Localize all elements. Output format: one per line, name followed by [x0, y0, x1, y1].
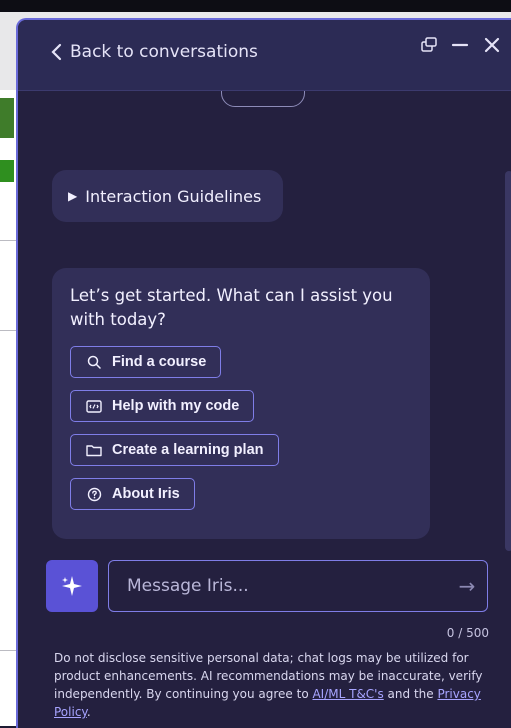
ai-ml-terms-link[interactable]: AI/ML T&C's — [312, 687, 383, 701]
popout-icon — [421, 37, 437, 52]
search-icon — [85, 355, 103, 369]
panel-header: Back to conversations — [18, 20, 511, 91]
background-divider — [0, 330, 17, 331]
interaction-guidelines-toggle[interactable]: ▶ Interaction Guidelines — [52, 170, 283, 222]
minimize-button[interactable] — [451, 37, 469, 57]
window-controls — [421, 36, 501, 58]
about-iris-button[interactable]: About Iris — [70, 478, 195, 510]
find-a-course-button[interactable]: Find a course — [70, 346, 222, 378]
background-top-strip — [0, 0, 511, 12]
background-green-block — [0, 160, 14, 182]
assistant-message: Let’s get started. What can I assist you… — [52, 268, 430, 539]
code-icon — [85, 399, 103, 413]
help-with-my-code-button[interactable]: Help with my code — [70, 390, 255, 422]
chip-label: Create a learning plan — [112, 442, 264, 458]
triangle-right-icon: ▶ — [68, 189, 78, 203]
popout-button[interactable] — [421, 37, 437, 57]
send-arrow-icon[interactable]: → — [447, 574, 487, 598]
conversation-scroll-area[interactable]: ▶ Interaction Guidelines Let’s get start… — [18, 91, 511, 551]
chip-label: Help with my code — [112, 398, 240, 414]
message-composer: → — [108, 560, 488, 612]
close-icon — [484, 37, 500, 53]
create-a-learning-plan-button[interactable]: Create a learning plan — [70, 434, 279, 466]
folder-icon — [85, 443, 103, 457]
assistant-prompt: Let’s get started. What can I assist you… — [70, 286, 393, 329]
close-button[interactable] — [483, 36, 501, 58]
background-divider — [0, 240, 17, 241]
background-green-block — [0, 98, 14, 138]
help-circle-icon — [85, 487, 103, 502]
message-input[interactable] — [109, 575, 447, 597]
chevron-left-icon — [51, 43, 62, 61]
background-divider — [0, 650, 17, 651]
iris-sparkle-button[interactable] — [46, 560, 98, 612]
sparkle-icon — [62, 576, 82, 596]
disclaimer-connector: and the — [383, 687, 438, 701]
conversation-scrollbar[interactable] — [505, 171, 511, 551]
back-label: Back to conversations — [70, 42, 258, 62]
chip-label: About Iris — [112, 486, 180, 502]
chip-label: Find a course — [112, 354, 207, 370]
back-to-conversations-button[interactable]: Back to conversations — [50, 42, 258, 62]
iris-chat-panel: Back to conversations ▶ Interaction Guid… — [16, 18, 511, 728]
guidelines-label: Interaction Guidelines — [85, 186, 262, 206]
minimize-icon — [451, 43, 469, 47]
disclaimer-period: . — [86, 705, 91, 719]
disclaimer-text: Do not disclose sensitive personal data;… — [54, 649, 494, 721]
previous-message-pill — [221, 91, 305, 107]
character-counter: 0 / 500 — [446, 626, 489, 640]
